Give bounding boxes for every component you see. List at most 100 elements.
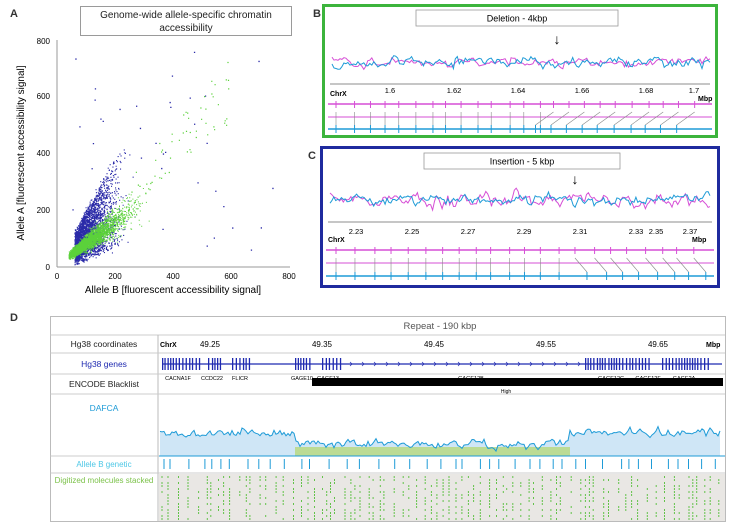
gene-exon <box>191 358 194 370</box>
repeat-unit: Mbp <box>706 342 720 349</box>
gene-exon <box>332 358 334 370</box>
y-axis-label: Allele A [fluorescent accessibility sign… <box>16 65 27 240</box>
row-label-dafca: DAFCA <box>90 403 119 413</box>
gene-exon <box>622 358 624 370</box>
row-label-digitized: Digitized molecules stacked <box>54 476 154 485</box>
gene-exon <box>665 358 667 370</box>
repeat-tick: 49.35 <box>312 340 333 349</box>
insertion-title: Insertion - 5 kbp <box>490 157 555 167</box>
gene-exon <box>214 358 216 370</box>
gene-label: CACNA1F <box>165 376 191 382</box>
insertion-tick: 2.31 <box>573 227 588 236</box>
dafca-repeat-fill <box>295 447 570 456</box>
gene-exon <box>610 358 613 370</box>
gene-exon <box>648 358 650 370</box>
gene-exon <box>707 358 709 370</box>
insertion-unit: Mbp <box>692 237 706 244</box>
x-tick: 0 <box>55 272 60 281</box>
gene-exon <box>219 358 222 370</box>
gene-exon <box>672 358 674 370</box>
gene-exon <box>697 358 699 370</box>
y-tick: 400 <box>37 149 51 158</box>
gene-exon <box>303 358 305 370</box>
gene-exon <box>618 358 621 370</box>
gene-exon <box>172 358 174 370</box>
gene-exon <box>632 358 634 370</box>
gene-exon <box>164 358 166 370</box>
deletion-arrow: ↓ <box>554 31 561 47</box>
gene-exon <box>328 358 331 370</box>
gene-exon <box>625 358 628 370</box>
x-tick: 800 <box>282 272 296 281</box>
repeat-tick: 49.65 <box>648 340 669 349</box>
gene-exon <box>245 358 247 370</box>
gene-exon <box>691 358 694 370</box>
insertion-tick: 2.33 <box>629 227 644 236</box>
gene-exon <box>686 358 688 370</box>
gene-exon <box>242 358 245 370</box>
gene-exon <box>300 358 302 370</box>
scatter-plot: 0 200 400 600 800 0 200 400 600 800 Alle… <box>16 37 296 296</box>
deletion-unit: Mbp <box>698 96 712 103</box>
gene-exon <box>601 358 604 370</box>
repeat-panel: Repeat - 190 kbp Hg38 coordinates Hg38 g… <box>50 316 726 522</box>
gene-exon <box>235 358 237 370</box>
gene-exon <box>170 358 172 370</box>
gene-exon <box>587 358 589 370</box>
gene-exon <box>208 358 210 370</box>
deletion-tick: 1.64 <box>511 86 526 95</box>
gene-exon <box>585 358 587 370</box>
deletion-tick: 1.62 <box>447 86 462 95</box>
repeat-tick: 49.55 <box>536 340 557 349</box>
y-tick: 800 <box>37 37 51 46</box>
gene-exon <box>325 358 327 370</box>
deletion-tick: 1.66 <box>575 86 590 95</box>
gene-exon <box>694 358 696 370</box>
gene-exon <box>162 358 164 370</box>
deletion-panel: Deletion - 4kbp ↓ ChrX 1.6 1.62 1.64 1.6… <box>322 4 718 138</box>
row-label-coords: Hg38 coordinates <box>71 339 138 349</box>
gene-exon <box>638 358 640 370</box>
gene-exon <box>608 358 610 370</box>
gene-exon <box>662 358 664 370</box>
blacklist-bar <box>312 378 723 386</box>
gene-exon <box>309 358 311 370</box>
insertion-tick: 2.35 <box>649 227 664 236</box>
digitized-background <box>159 474 725 521</box>
gene-exon <box>217 358 219 370</box>
row-label-blacklist: ENCODE Blacklist <box>69 379 140 389</box>
deletion-tick: 1.7 <box>689 86 699 95</box>
gene-exon <box>700 358 702 370</box>
gene-exon <box>599 358 601 370</box>
gene-exon <box>615 358 618 370</box>
gene-exon <box>295 358 297 370</box>
blacklist-label: High <box>501 389 512 395</box>
panel-b-letter: B <box>313 8 321 20</box>
gene-exon <box>182 358 184 370</box>
gene-exon <box>232 358 234 370</box>
gene-exon <box>248 358 251 370</box>
gene-exon <box>178 358 180 370</box>
y-tick: 600 <box>37 92 51 101</box>
deletion-tick: 1.6 <box>385 86 395 95</box>
gene-exon <box>684 358 686 370</box>
gene-exon <box>297 358 299 370</box>
repeat-tick: 49.25 <box>200 340 221 349</box>
gene-exon <box>613 358 615 370</box>
gene-exon <box>211 358 214 370</box>
gene-label: GAGE10 <box>291 376 313 382</box>
panel-c-letter: C <box>308 150 316 162</box>
repeat-tick: 49.45 <box>424 340 445 349</box>
gene-exon <box>644 358 647 370</box>
gene-exon <box>305 358 308 370</box>
insertion-tick: 2.23 <box>349 227 364 236</box>
gene-exon <box>689 358 691 370</box>
row-label-genes: Hg38 genes <box>81 359 127 369</box>
gene-exon <box>175 358 177 370</box>
insertion-chr-label: ChrX <box>328 237 345 244</box>
insertion-tick: 2.29 <box>517 227 532 236</box>
repeat-title: Repeat - 190 kbp <box>404 321 477 332</box>
deletion-chr-label: ChrX <box>330 91 347 98</box>
gene-exon <box>635 358 637 370</box>
y-tick: 0 <box>46 263 51 272</box>
